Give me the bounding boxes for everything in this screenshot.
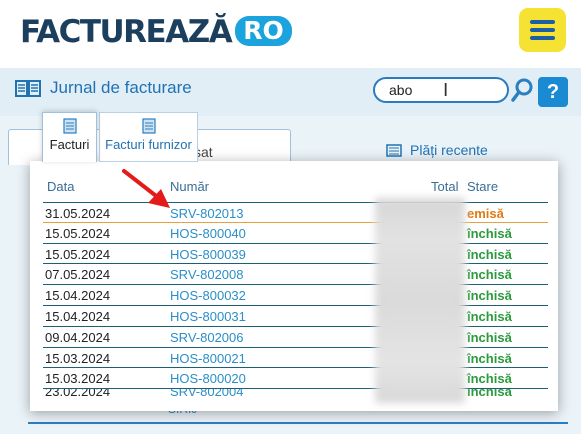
- table-row[interactable]: 23.02.2024 SRV-802004 închisă: [43, 389, 548, 398]
- table-row[interactable]: 15.04.2024 HOS-800031 închisă: [43, 306, 548, 327]
- row-date: 15.05.2024: [45, 246, 111, 262]
- supplier-invoices-icon: [141, 118, 156, 134]
- open-book-icon: [15, 80, 41, 97]
- row-date: 15.03.2024: [45, 350, 111, 366]
- menu-line-icon: [530, 36, 555, 40]
- hamburger-menu-button[interactable]: [519, 8, 566, 52]
- row-number-link[interactable]: SRV-802013: [170, 206, 244, 221]
- row-status: emisă: [467, 206, 504, 221]
- row-status: închisă: [467, 267, 512, 283]
- invoice-table: 31.05.2024 SRV-802013 emisă 15.05.2024 H…: [43, 202, 548, 398]
- journal-link[interactable]: Jurnal de facturare: [14, 78, 192, 98]
- help-button[interactable]: ?: [538, 77, 568, 107]
- journal-label: Jurnal de facturare: [50, 78, 192, 97]
- row-status: închisă: [467, 288, 512, 304]
- red-arrow-icon: [122, 169, 170, 208]
- row-number-link[interactable]: HOS-800031: [170, 309, 246, 324]
- row-number-link[interactable]: SRV-802008: [170, 267, 244, 282]
- tab-invoices-label: Facturi: [49, 137, 90, 152]
- logo-text: FACTUREAZĂ: [20, 14, 233, 50]
- invoices-icon: [62, 118, 77, 134]
- recent-payments-label: Plăți recente: [410, 142, 488, 158]
- row-date: 31.05.2024: [45, 206, 111, 221]
- tab-invoices[interactable]: Facturi: [42, 112, 97, 162]
- row-date: 23.02.2024: [45, 389, 111, 399]
- row-status: închisă: [467, 350, 512, 366]
- app-header: FACTUREAZĂ RO: [0, 0, 581, 68]
- row-date: 15.04.2024: [45, 288, 111, 304]
- row-date: 09.04.2024: [45, 329, 111, 345]
- row-status: închisă: [467, 308, 512, 324]
- tab-supplier-invoices[interactable]: Facturi furnizor: [99, 112, 198, 162]
- logo[interactable]: FACTUREAZĂ RO: [20, 14, 292, 50]
- row-number-link[interactable]: HOS-800020: [170, 371, 246, 386]
- toolbar: Jurnal de facturare I ?: [0, 68, 581, 116]
- table-row[interactable]: 15.04.2024 HOS-800032 închisă: [43, 285, 548, 306]
- row-status: închisă: [467, 225, 512, 241]
- table-row[interactable]: 15.03.2024 HOS-800021 închisă: [43, 348, 548, 369]
- payments-icon: [386, 144, 402, 157]
- redacted-totals: [375, 198, 465, 403]
- column-header-total: Total: [431, 179, 459, 194]
- search-icon[interactable]: [510, 77, 534, 105]
- row-date: 15.04.2024: [45, 308, 111, 324]
- row-number-link[interactable]: HOS-800021: [170, 351, 246, 366]
- tab-supplier-invoices-label: Facturi furnizor: [105, 137, 192, 152]
- row-status: închisă: [467, 389, 512, 399]
- row-number-link[interactable]: HOS-800040: [170, 226, 246, 241]
- search-input[interactable]: [373, 77, 509, 103]
- divider: [28, 422, 568, 424]
- column-header-date: Data: [47, 179, 75, 194]
- table-row[interactable]: 09.04.2024 SRV-802006 închisă: [43, 327, 548, 348]
- row-date: 15.03.2024: [45, 371, 111, 387]
- row-number-link[interactable]: HOS-800039: [170, 247, 246, 262]
- row-status: închisă: [467, 371, 512, 387]
- column-header-status: Stare: [467, 179, 499, 194]
- row-number-link[interactable]: SRV-802006: [170, 330, 244, 345]
- menu-line-icon: [530, 20, 555, 24]
- text-cursor-icon: I: [443, 80, 449, 101]
- row-date: 15.05.2024: [45, 225, 111, 241]
- table-row[interactable]: 15.05.2024 HOS-800040 închisă: [43, 223, 548, 244]
- table-row[interactable]: 07.05.2024 SRV-802008 închisă: [43, 264, 548, 286]
- table-row[interactable]: 15.03.2024 HOS-800020 închisă: [43, 368, 548, 390]
- row-status: închisă: [467, 329, 512, 345]
- table-row[interactable]: 15.05.2024 HOS-800039 închisă: [43, 244, 548, 265]
- row-number-link[interactable]: SRV-802004: [170, 389, 244, 398]
- row-date: 07.05.2024: [45, 267, 111, 283]
- menu-line-icon: [530, 28, 555, 32]
- row-status: închisă: [467, 246, 512, 262]
- recent-payments-tab[interactable]: Plăți recente: [386, 142, 488, 158]
- logo-tld: RO: [235, 16, 292, 46]
- row-number-link[interactable]: HOS-800032: [170, 288, 246, 303]
